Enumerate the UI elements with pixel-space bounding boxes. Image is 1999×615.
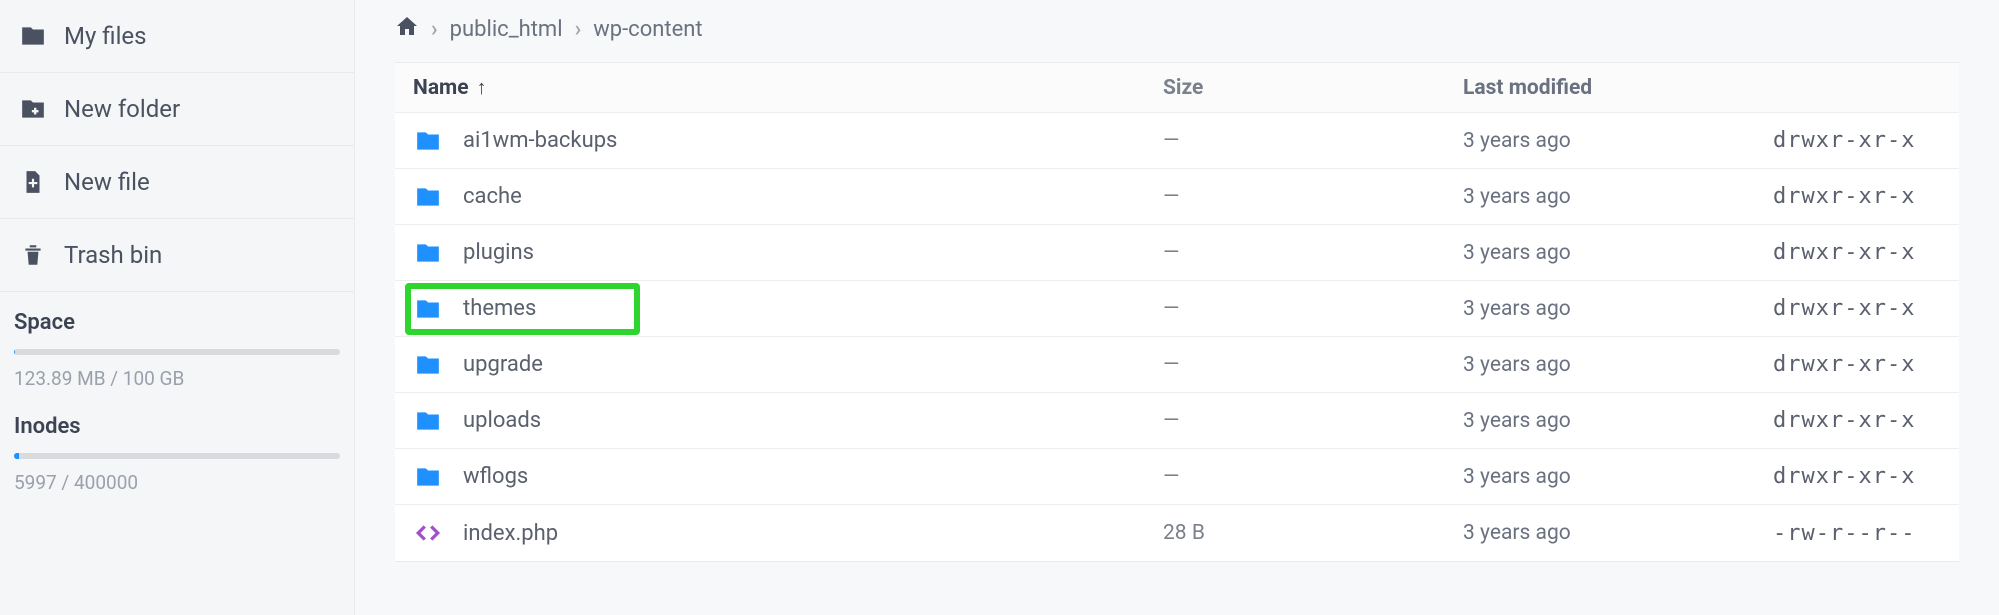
folder-icon	[413, 352, 443, 378]
folder-plus-icon	[20, 96, 46, 122]
main-pane: › public_html › wp-content Name ↑ Size L…	[355, 0, 1999, 615]
sidebar-item-label: Trash bin	[64, 241, 162, 269]
file-modified: 3 years ago	[1463, 185, 1773, 209]
file-permissions: drwxr-xr-x	[1773, 408, 1941, 433]
folder-icon	[413, 296, 443, 322]
trash-icon	[20, 242, 46, 268]
sort-arrow-up-icon: ↑	[477, 75, 487, 100]
header-modified[interactable]: Last modified	[1463, 76, 1773, 100]
inodes-value: 5997 / 400000	[14, 471, 340, 494]
space-bar	[14, 349, 340, 355]
sidebar-item-new-folder[interactable]: New folder	[0, 73, 354, 146]
sidebar: My files New folder New file Trash bin S…	[0, 0, 355, 615]
file-modified: 3 years ago	[1463, 521, 1773, 545]
file-name: themes	[463, 296, 536, 321]
file-name: upgrade	[463, 352, 543, 377]
chevron-right-icon: ›	[431, 17, 438, 42]
header-name[interactable]: Name ↑	[413, 75, 1163, 100]
table-header: Name ↑ Size Last modified	[395, 63, 1959, 113]
header-size-label: Size	[1163, 76, 1203, 100]
folder-icon	[413, 184, 443, 210]
file-permissions: drwxr-xr-x	[1773, 184, 1941, 209]
inodes-bar-fill	[14, 453, 19, 459]
file-size: —	[1163, 241, 1463, 265]
header-size[interactable]: Size	[1163, 76, 1463, 100]
sidebar-item-label: New folder	[64, 95, 180, 123]
file-name: cache	[463, 184, 522, 209]
file-size: —	[1163, 409, 1463, 433]
sidebar-item-new-file[interactable]: New file	[0, 146, 354, 219]
home-icon[interactable]	[395, 14, 419, 44]
file-permissions: -rw-r--r--	[1773, 521, 1941, 546]
space-label: Space	[14, 310, 340, 335]
code-file-icon	[413, 520, 443, 546]
sidebar-item-trash[interactable]: Trash bin	[0, 219, 354, 292]
sidebar-item-label: My files	[64, 22, 147, 50]
table-row[interactable]: cache —3 years agodrwxr-xr-x	[395, 169, 1959, 225]
file-size: —	[1163, 297, 1463, 321]
header-name-label: Name	[413, 76, 469, 100]
table-row[interactable]: wflogs —3 years agodrwxr-xr-x	[395, 449, 1959, 505]
file-permissions: drwxr-xr-x	[1773, 296, 1941, 321]
file-size: —	[1163, 353, 1463, 377]
header-modified-label: Last modified	[1463, 76, 1592, 100]
file-size: —	[1163, 465, 1463, 489]
folder-icon	[413, 128, 443, 154]
sidebar-item-my-files[interactable]: My files	[0, 0, 354, 73]
table-row[interactable]: plugins —3 years agodrwxr-xr-x	[395, 225, 1959, 281]
file-modified: 3 years ago	[1463, 129, 1773, 153]
sidebar-stats: Space 123.89 MB / 100 GB Inodes 5997 / 4…	[0, 292, 354, 524]
folder-icon	[413, 408, 443, 434]
file-modified: 3 years ago	[1463, 297, 1773, 321]
table-row[interactable]: uploads —3 years agodrwxr-xr-x	[395, 393, 1959, 449]
file-name: plugins	[463, 240, 534, 265]
table-row[interactable]: index.php 28 B3 years ago-rw-r--r--	[395, 505, 1959, 561]
breadcrumb: › public_html › wp-content	[395, 0, 1959, 62]
folder-icon	[413, 464, 443, 490]
file-permissions: drwxr-xr-x	[1773, 128, 1941, 153]
table-row[interactable]: upgrade —3 years agodrwxr-xr-x	[395, 337, 1959, 393]
inodes-label: Inodes	[14, 414, 340, 439]
app-root: My files New folder New file Trash bin S…	[0, 0, 1999, 615]
space-value: 123.89 MB / 100 GB	[14, 367, 340, 390]
file-name: index.php	[463, 521, 558, 546]
file-modified: 3 years ago	[1463, 241, 1773, 265]
inodes-bar	[14, 453, 340, 459]
file-size: —	[1163, 129, 1463, 153]
folder-icon	[20, 23, 46, 49]
file-name: uploads	[463, 408, 541, 433]
table-row[interactable]: ai1wm-backups —3 years agodrwxr-xr-x	[395, 113, 1959, 169]
chevron-right-icon: ›	[575, 17, 582, 42]
file-permissions: drwxr-xr-x	[1773, 352, 1941, 377]
file-table: Name ↑ Size Last modified ai1wm-backups —…	[395, 62, 1959, 562]
space-bar-fill	[14, 349, 15, 355]
table-row[interactable]: themes —3 years agodrwxr-xr-x	[395, 281, 1959, 337]
file-modified: 3 years ago	[1463, 465, 1773, 489]
file-modified: 3 years ago	[1463, 353, 1773, 377]
file-size: —	[1163, 185, 1463, 209]
file-plus-icon	[20, 169, 46, 195]
file-modified: 3 years ago	[1463, 409, 1773, 433]
file-permissions: drwxr-xr-x	[1773, 240, 1941, 265]
breadcrumb-segment-public-html[interactable]: public_html	[450, 17, 563, 42]
file-name: wflogs	[463, 464, 528, 489]
file-name: ai1wm-backups	[463, 128, 617, 153]
file-permissions: drwxr-xr-x	[1773, 464, 1941, 489]
sidebar-item-label: New file	[64, 168, 150, 196]
breadcrumb-segment-wp-content: wp-content	[593, 17, 702, 42]
folder-icon	[413, 240, 443, 266]
file-size: 28 B	[1163, 521, 1463, 545]
